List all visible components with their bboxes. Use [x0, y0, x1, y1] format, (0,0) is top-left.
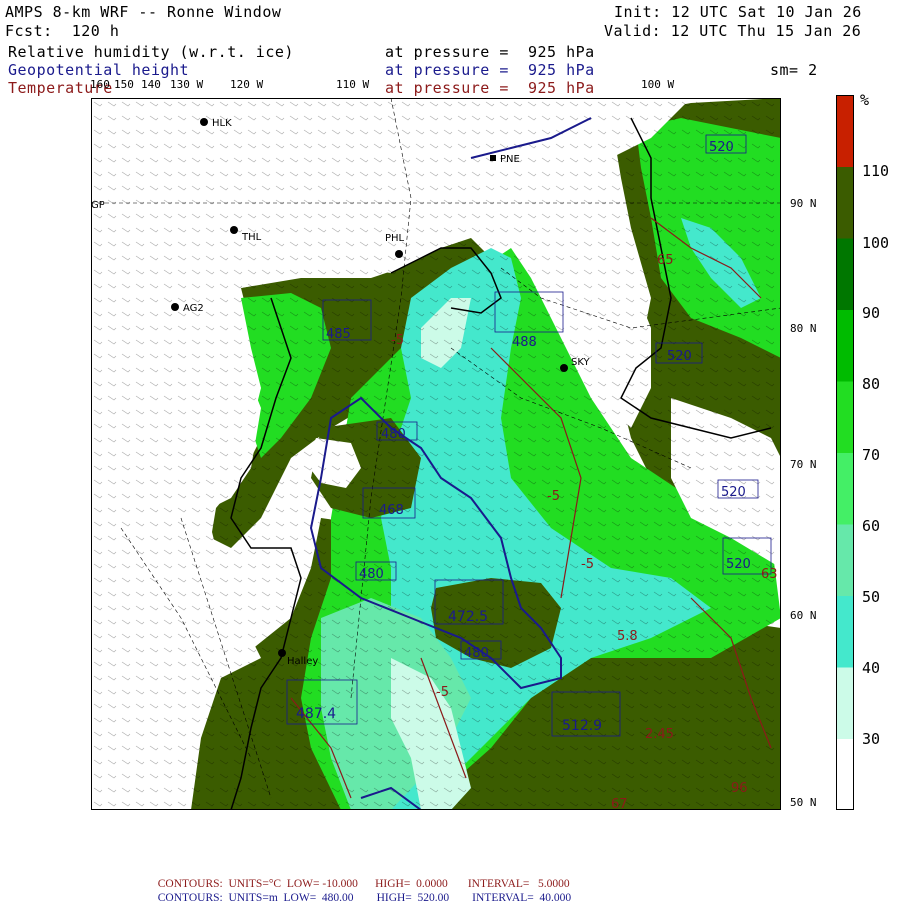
- colorbar-tick-70: 70: [862, 446, 881, 464]
- footer-height-label: CONTOURS:: [157, 892, 223, 904]
- lat-label-80n: 80 N: [790, 322, 817, 335]
- lon-label-120w: 120 W: [230, 78, 264, 91]
- footer-height-interval: INTERVAL= 40.000: [472, 892, 572, 904]
- lon-label-100w: 100 W: [641, 78, 675, 91]
- temp-label-minus5-south: -5: [436, 685, 449, 700]
- station-label-halley: Halley: [287, 656, 318, 667]
- temp-label-65: 65: [657, 253, 674, 268]
- footer-height-contours: CONTOURS: UNITS=m LOW= 480.00 HIGH= 520.…: [152, 880, 571, 904]
- temp-label-58: 5.8: [617, 629, 638, 644]
- colorbar-step: [836, 667, 854, 739]
- temp-label-96: 96: [731, 781, 748, 796]
- height-contour-label-480-west: 480: [359, 567, 384, 582]
- gp-label: GP: [91, 200, 105, 211]
- colorbar-tick-90: 90: [862, 304, 881, 322]
- low-label-488: 488: [512, 335, 537, 350]
- temp-label-245: 2.45: [645, 727, 674, 742]
- temp-label-minus5-north: -5: [391, 333, 404, 348]
- station-label-phl: PHL: [385, 233, 405, 244]
- footer-height-high: HIGH= 520.00: [376, 892, 450, 904]
- height-contour-label-480-south: 480: [464, 646, 489, 661]
- colorbar-step: [836, 309, 854, 382]
- chart-title: AMPS 8-km WRF -- Ronne Window: [5, 3, 282, 21]
- colorbar-tick-80: 80: [862, 375, 881, 393]
- wind-barbs-layer: [91, 98, 781, 810]
- colorbar-step: [836, 452, 854, 525]
- forecast-hour: Fcst: 120 h: [5, 22, 120, 40]
- field-height-name: Geopotential height: [8, 61, 190, 79]
- lat-label-50n: 50 N: [790, 796, 817, 809]
- colorbar-unit: %: [860, 91, 870, 109]
- low-label-485: 485: [326, 327, 351, 342]
- low-label-4874: 487.4: [296, 706, 336, 722]
- height-contour-label-520-se: 520: [721, 485, 746, 500]
- lat-label-90n: 90 N: [790, 197, 817, 210]
- colorbar-step: [836, 524, 854, 596]
- temp-label-minus5-east: -5: [581, 557, 594, 572]
- lon-label-140: 140: [141, 78, 161, 91]
- footer-height-low: LOW= 480.00: [283, 892, 354, 904]
- station-label-sky: SKY: [571, 357, 591, 368]
- colorbar-step: [836, 238, 854, 310]
- colorbar: [836, 95, 854, 810]
- height-contour-label-520-far-east: 520: [726, 557, 751, 572]
- station-label-hlk: HLK: [212, 118, 232, 129]
- colorbar-step: [836, 595, 854, 668]
- colorbar-tick-110: 110: [862, 162, 890, 180]
- low-label-4725: 472.5: [448, 609, 488, 625]
- colorbar-step: [836, 738, 854, 810]
- height-contour-label-520-east: 520: [667, 349, 692, 364]
- temp-label-63: 63: [761, 567, 778, 582]
- field-height-level: at pressure = 925 hPa: [385, 61, 595, 79]
- field-rh-name: Relative humidity (w.r.t. ice): [8, 43, 294, 61]
- height-contour-label-520-ne: 520: [709, 140, 734, 155]
- field-temp-level: at pressure = 925 hPa: [385, 79, 595, 97]
- station-label-pne: PNE: [500, 154, 520, 165]
- lon-label-110w: 110 W: [336, 78, 370, 91]
- lon-label-130w: 130 W: [170, 78, 204, 91]
- valid-time: Valid: 12 UTC Thu 15 Jan 26: [604, 22, 862, 40]
- height-contour-label-480-north: 480: [381, 427, 406, 442]
- high-label-5129: 512.9: [562, 718, 602, 734]
- field-rh-level: at pressure = 925 hPa: [385, 43, 595, 61]
- station-label-thl: THL: [241, 232, 262, 243]
- temp-label-minus5-center: -5: [547, 489, 560, 504]
- colorbar-tick-30: 30: [862, 730, 881, 748]
- temp-label-67: 67: [611, 797, 628, 810]
- colorbar-step: [836, 95, 854, 167]
- colorbar-tick-100: 100: [862, 234, 890, 252]
- map-panel[interactable]: HLK PNE THL PHL AG2 SKY Halley GP 485 48…: [91, 98, 781, 810]
- lon-label-150: 150: [114, 78, 134, 91]
- low-label-468: 468: [379, 503, 404, 518]
- colorbar-step: [836, 166, 854, 239]
- footer-height-units: UNITS=m: [228, 892, 278, 904]
- colorbar-step: [836, 381, 854, 453]
- smoothing-label: sm= 2: [770, 61, 818, 79]
- init-time: Init: 12 UTC Sat 10 Jan 26: [614, 3, 862, 21]
- lat-label-60n: 60 N: [790, 609, 817, 622]
- colorbar-tick-40: 40: [862, 659, 881, 677]
- lat-label-70n: 70 N: [790, 458, 817, 471]
- colorbar-tick-60: 60: [862, 517, 881, 535]
- lon-label-160: 160: [90, 78, 110, 91]
- colorbar-tick-50: 50: [862, 588, 881, 606]
- station-label-ag2: AG2: [183, 303, 204, 314]
